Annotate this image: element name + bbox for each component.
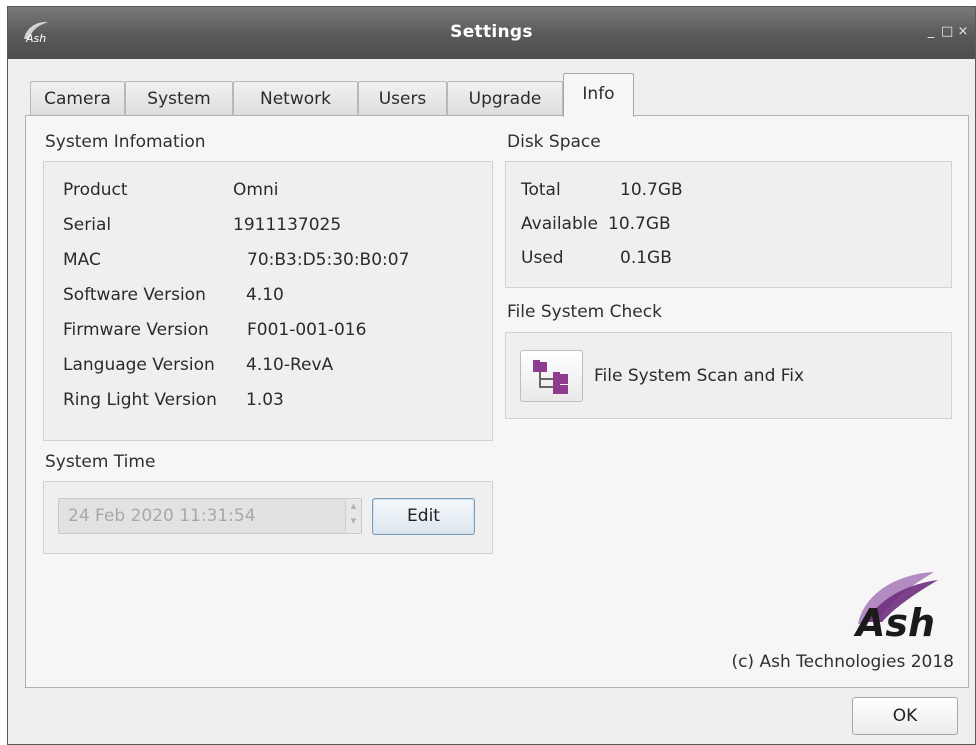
disk-value: 10.7GB — [620, 180, 683, 200]
system-time-title: System Time — [45, 452, 156, 472]
info-label: Language Version — [63, 355, 215, 375]
info-label: Software Version — [63, 285, 206, 305]
info-value: Omni — [233, 180, 279, 200]
info-label: Product — [63, 180, 128, 200]
tab-upgrade[interactable]: Upgrade — [447, 81, 563, 117]
disk-space-title: Disk Space — [507, 132, 601, 152]
tab-camera[interactable]: Camera — [30, 81, 125, 117]
svg-text:Ash: Ash — [853, 601, 935, 638]
folder-tree-icon — [533, 360, 568, 394]
info-value: 1911137025 — [233, 215, 342, 235]
datetime-spinner[interactable]: ▲ ▼ — [345, 499, 361, 533]
title-bar[interactable]: Ash Settings _ □ × — [8, 7, 975, 59]
info-value: 4.10 — [246, 285, 284, 305]
system-time-group: 24 Feb 2020 11:31:54 ▲ ▼ Edit — [43, 481, 493, 554]
disk-space-group: Total 10.7GB Available 10.7GB Used 0.1GB — [505, 161, 952, 288]
disk-value: 0.1GB — [620, 248, 672, 268]
info-value: 70:B3:D5:30:B0:07 — [247, 250, 410, 270]
file-system-check-group: File System Scan and Fix — [505, 332, 952, 419]
tab-system[interactable]: System — [125, 81, 233, 117]
info-label: MAC — [63, 250, 101, 270]
maximize-button[interactable]: □ — [941, 25, 953, 39]
system-info-title: System Infomation — [45, 132, 206, 152]
info-value: 1.03 — [246, 390, 284, 410]
info-label: Serial — [63, 215, 112, 235]
edit-time-button[interactable]: Edit — [372, 498, 475, 535]
info-value: F001-001-016 — [247, 320, 367, 340]
disk-label: Total — [521, 180, 561, 200]
tab-network[interactable]: Network — [233, 81, 358, 117]
info-panel: System Infomation Product Omni Serial 19… — [25, 115, 969, 688]
close-button[interactable]: × — [957, 25, 969, 39]
ok-button[interactable]: OK — [852, 697, 958, 735]
datetime-value: 24 Feb 2020 11:31:54 — [68, 506, 256, 526]
datetime-field[interactable]: 24 Feb 2020 11:31:54 ▲ ▼ — [58, 498, 362, 534]
info-value: 4.10-RevA — [246, 355, 334, 375]
window-title: Settings — [450, 22, 533, 42]
tab-info[interactable]: Info — [563, 73, 634, 117]
tab-users[interactable]: Users — [358, 81, 447, 117]
disk-label: Used — [521, 248, 564, 268]
settings-window: Ash Settings _ □ × Camera System Network… — [7, 6, 976, 745]
system-info-group: Product Omni Serial 1911137025 MAC 70:B3… — [43, 161, 493, 441]
disk-value: 10.7GB — [608, 214, 671, 234]
window-controls: _ □ × — [925, 25, 969, 39]
minimize-button[interactable]: _ — [925, 25, 937, 39]
ash-brand-logo: Ash — [853, 572, 938, 638]
file-system-scan-button[interactable] — [520, 350, 583, 402]
file-system-scan-label[interactable]: File System Scan and Fix — [594, 366, 804, 386]
info-label: Firmware Version — [63, 320, 209, 340]
file-system-check-title: File System Check — [507, 302, 662, 322]
disk-label: Available — [521, 214, 598, 234]
info-label: Ring Light Version — [63, 390, 217, 410]
copyright-text: (c) Ash Technologies 2018 — [731, 652, 954, 672]
